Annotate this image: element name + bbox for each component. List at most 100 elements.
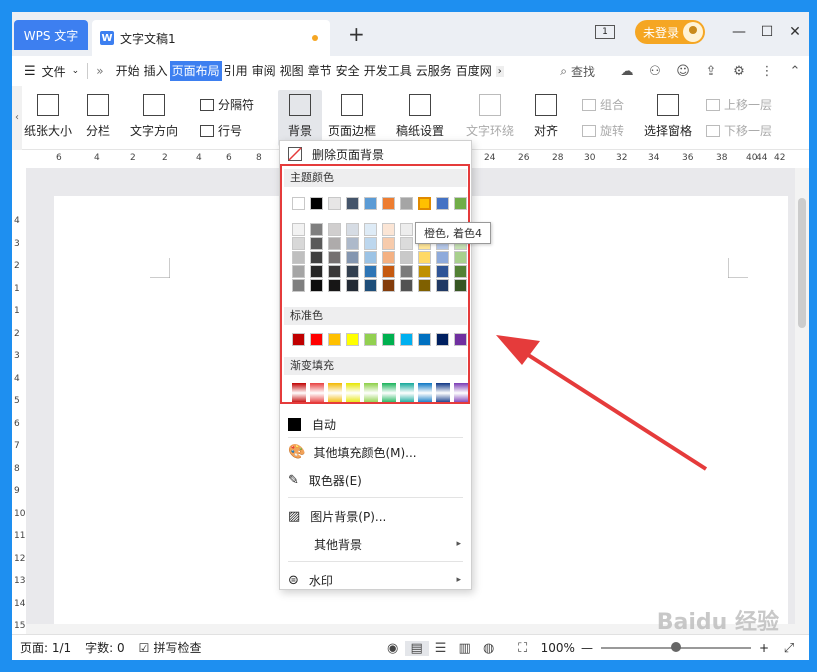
zoom-slider[interactable] xyxy=(600,642,751,652)
cloud-sync-icon[interactable]: ☁ xyxy=(616,64,638,79)
zoom-in-icon[interactable]: + xyxy=(759,641,769,655)
menu-tab[interactable]: 视图 xyxy=(278,61,306,81)
word-count[interactable]: 字数: 0 xyxy=(85,639,125,656)
menu-tab[interactable]: 引用 xyxy=(222,61,250,81)
gear-icon[interactable]: ⚙ xyxy=(728,64,750,79)
ruler-tick-label: 42 xyxy=(774,153,786,163)
rotate-button: 旋转 xyxy=(582,122,624,139)
separator-label: 分隔符 xyxy=(218,98,255,112)
remove-page-background-label: 删除页面背景 xyxy=(312,147,385,162)
upload-icon[interactable]: ⇪ xyxy=(700,64,722,79)
bring-forward-icon xyxy=(706,98,720,111)
align-button[interactable]: 对齐 xyxy=(534,94,558,139)
maximize-button[interactable]: ☐ xyxy=(753,24,781,40)
image-background-item[interactable]: ▨ 图片背景(P)... xyxy=(280,503,471,529)
columns-label: 分栏 xyxy=(86,124,111,138)
avatar xyxy=(683,22,703,42)
comment-icon[interactable]: ☺ xyxy=(672,64,694,79)
zoom-slider-thumb[interactable] xyxy=(670,642,681,652)
menu-tab[interactable]: 章节 xyxy=(306,61,334,81)
collapse-ribbon-icon[interactable]: ⌃ xyxy=(784,64,806,79)
ruler-tick-label: 2 xyxy=(162,153,168,163)
file-menu[interactable]: ☰ 文件 ⌄ xyxy=(24,63,79,80)
web-view-icon[interactable]: ◍ xyxy=(477,641,501,656)
page-border-button[interactable]: 页面边框 xyxy=(328,94,376,139)
menu-tab[interactable]: 安全 xyxy=(334,61,362,81)
background-icon xyxy=(289,94,311,116)
login-button[interactable]: 未登录 xyxy=(634,20,705,44)
menu-tab[interactable]: 插入 xyxy=(142,61,170,81)
spell-check-button[interactable]: ☑ 拼写检查 xyxy=(139,639,202,656)
share-user-icon[interactable]: ⚇ xyxy=(644,64,666,79)
file-menu-label: 文件 xyxy=(41,64,66,79)
minimize-button[interactable]: — xyxy=(725,24,753,40)
image-icon: ▨ xyxy=(288,508,301,524)
auto-color-item[interactable]: 自动 xyxy=(280,411,471,437)
unsaved-dot-icon xyxy=(312,35,318,41)
separator-button[interactable]: 分隔符 xyxy=(200,96,254,113)
paper-size-icon xyxy=(37,94,59,116)
ruler-tick-label: 36 xyxy=(682,153,694,163)
outline-view-icon[interactable]: ☰ xyxy=(429,641,453,656)
other-background-item[interactable]: 其他背景 ▸ xyxy=(280,531,471,557)
menu-tab[interactable]: 审阅 xyxy=(250,61,278,81)
tab-document[interactable]: W 文字文稿1 xyxy=(92,20,330,56)
text-direction-button[interactable]: 文字方向 xyxy=(130,94,178,139)
new-tab-button[interactable]: + xyxy=(348,22,365,46)
fullscreen-icon[interactable]: ⤢ xyxy=(777,641,801,656)
search-label: 查找 xyxy=(570,64,595,79)
selection-pane-button[interactable]: 选择窗格 xyxy=(644,94,692,139)
menu-scroll-right-icon[interactable]: › xyxy=(495,65,504,77)
more-fill-colors-item[interactable]: 🎨 其他填充颜色(M)... xyxy=(280,439,471,465)
menu-divider xyxy=(288,561,463,562)
text-direction-icon xyxy=(143,94,165,116)
menu-divider xyxy=(288,497,463,498)
ruler-tick-label: 2 xyxy=(130,153,136,163)
menu-tab[interactable]: 云服务 xyxy=(414,61,454,81)
ruler-tick-label: 2 xyxy=(14,261,20,271)
manuscript-icon xyxy=(409,94,431,116)
zoom-out-icon[interactable]: — xyxy=(581,641,593,655)
menu-tab[interactable]: 百度网 xyxy=(454,61,494,81)
group-label: 组合 xyxy=(600,98,625,112)
ruler-tick-label: 1 xyxy=(14,306,20,316)
ruler-tick-label: 8 xyxy=(256,153,262,163)
page-border-label: 页面边框 xyxy=(328,124,377,138)
eye-protection-icon[interactable]: ◉ xyxy=(381,641,405,656)
scrollbar-thumb[interactable] xyxy=(798,198,806,328)
vertical-ruler[interactable]: 4 3 2 1 1 2 3 4 5 6 7 8 9 10 11 12 13 14 15 xyxy=(12,168,26,634)
ribbon-scroll-left-icon[interactable]: ‹ xyxy=(12,86,22,150)
window-count-icon[interactable]: 1 xyxy=(594,25,615,39)
vertical-scrollbar[interactable] xyxy=(795,168,809,634)
paper-size-button[interactable]: 纸张大小 xyxy=(24,94,72,139)
columns-button[interactable]: 分栏 xyxy=(86,94,110,139)
ruler-tick-label: 28 xyxy=(552,153,564,163)
more-icon[interactable]: ⋮ xyxy=(756,64,778,79)
paper-size-label: 纸张大小 xyxy=(24,124,73,138)
menu-tab[interactable]: 页面布局 xyxy=(169,61,222,81)
close-button[interactable]: ✕ xyxy=(781,24,809,40)
zoom-level[interactable]: 100% xyxy=(541,641,575,655)
background-button[interactable]: 背景 xyxy=(278,90,322,146)
image-background-label: 图片背景(P)... xyxy=(310,509,387,524)
app-window: WPS 文字 W 文字文稿1 + 1 未登录 — ☐ ✕ ☰ 文件 ⌄ » 开始… xyxy=(12,12,809,660)
text-wrap-icon xyxy=(479,94,501,116)
menu-tab[interactable]: 开发工具 xyxy=(362,61,414,81)
annotation-highlight-box xyxy=(280,164,470,404)
search-box[interactable]: ⌕ 查找 xyxy=(560,63,595,80)
manuscript-button[interactable]: 稿纸设置 xyxy=(396,94,444,139)
page-view-icon[interactable]: ▤ xyxy=(404,640,429,656)
line-number-button[interactable]: 行号 xyxy=(200,122,242,139)
tab-wps-app[interactable]: WPS 文字 xyxy=(14,20,88,50)
status-bar: 页面: 1/1 字数: 0 ☑ 拼写检查 ◉ ▤ ☰ ▥ ◍ ⛶ 100% — … xyxy=(12,634,809,660)
menu-tab[interactable]: 开始 xyxy=(114,61,142,81)
page-count[interactable]: 页面: 1/1 xyxy=(20,639,71,656)
watermark-item[interactable]: ⊜ 水印 ▸ xyxy=(280,567,471,593)
fit-page-icon[interactable]: ⛶ xyxy=(511,641,535,656)
text-direction-label: 文字方向 xyxy=(130,124,179,138)
reading-view-icon[interactable]: ▥ xyxy=(453,641,477,656)
ruler-tick-label: 5 xyxy=(14,396,20,406)
color-picker-item[interactable]: ✎ 取色器(E) xyxy=(280,467,471,493)
expand-chevron-icon[interactable]: » xyxy=(96,64,103,78)
ruler-tick-label: 24 xyxy=(484,153,496,163)
